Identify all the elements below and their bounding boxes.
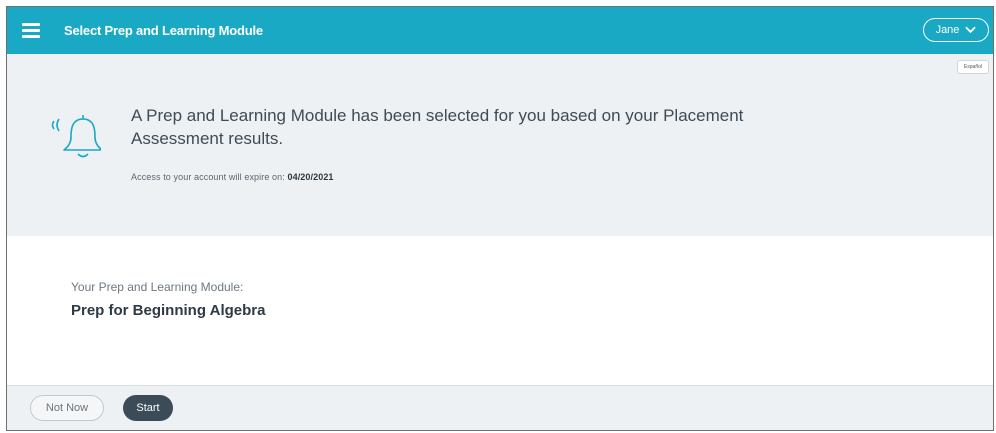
hamburger-menu-icon[interactable] — [22, 22, 44, 39]
chevron-down-icon — [965, 26, 977, 34]
module-name: Prep for Beginning Algebra — [71, 302, 266, 319]
expiration-label: Access to your account will expire on: — [131, 172, 285, 182]
top-navigation-bar: Select Prep and Learning Module Jane — [7, 7, 993, 54]
not-now-button[interactable]: Not Now — [30, 395, 104, 421]
expiration-date: 04/20/2021 — [287, 172, 334, 182]
user-menu-button[interactable]: Jane — [923, 18, 989, 42]
action-footer: Not Now Start — [7, 385, 993, 430]
page-title: Select Prep and Learning Module — [64, 23, 263, 38]
language-toggle-button[interactable]: Español — [956, 60, 989, 74]
assignment-banner: Español A Prep and Learning Module has b… — [7, 54, 993, 236]
bell-icon — [51, 115, 101, 158]
start-button[interactable]: Start — [123, 395, 173, 421]
account-expiration-text: Access to your account will expire on: 0… — [131, 172, 334, 182]
user-name: Jane — [935, 24, 960, 36]
banner-message: A Prep and Learning Module has been sele… — [131, 106, 744, 148]
app-window: Select Prep and Learning Module Jane Esp… — [6, 6, 994, 431]
module-label: Your Prep and Learning Module: — [71, 280, 244, 294]
